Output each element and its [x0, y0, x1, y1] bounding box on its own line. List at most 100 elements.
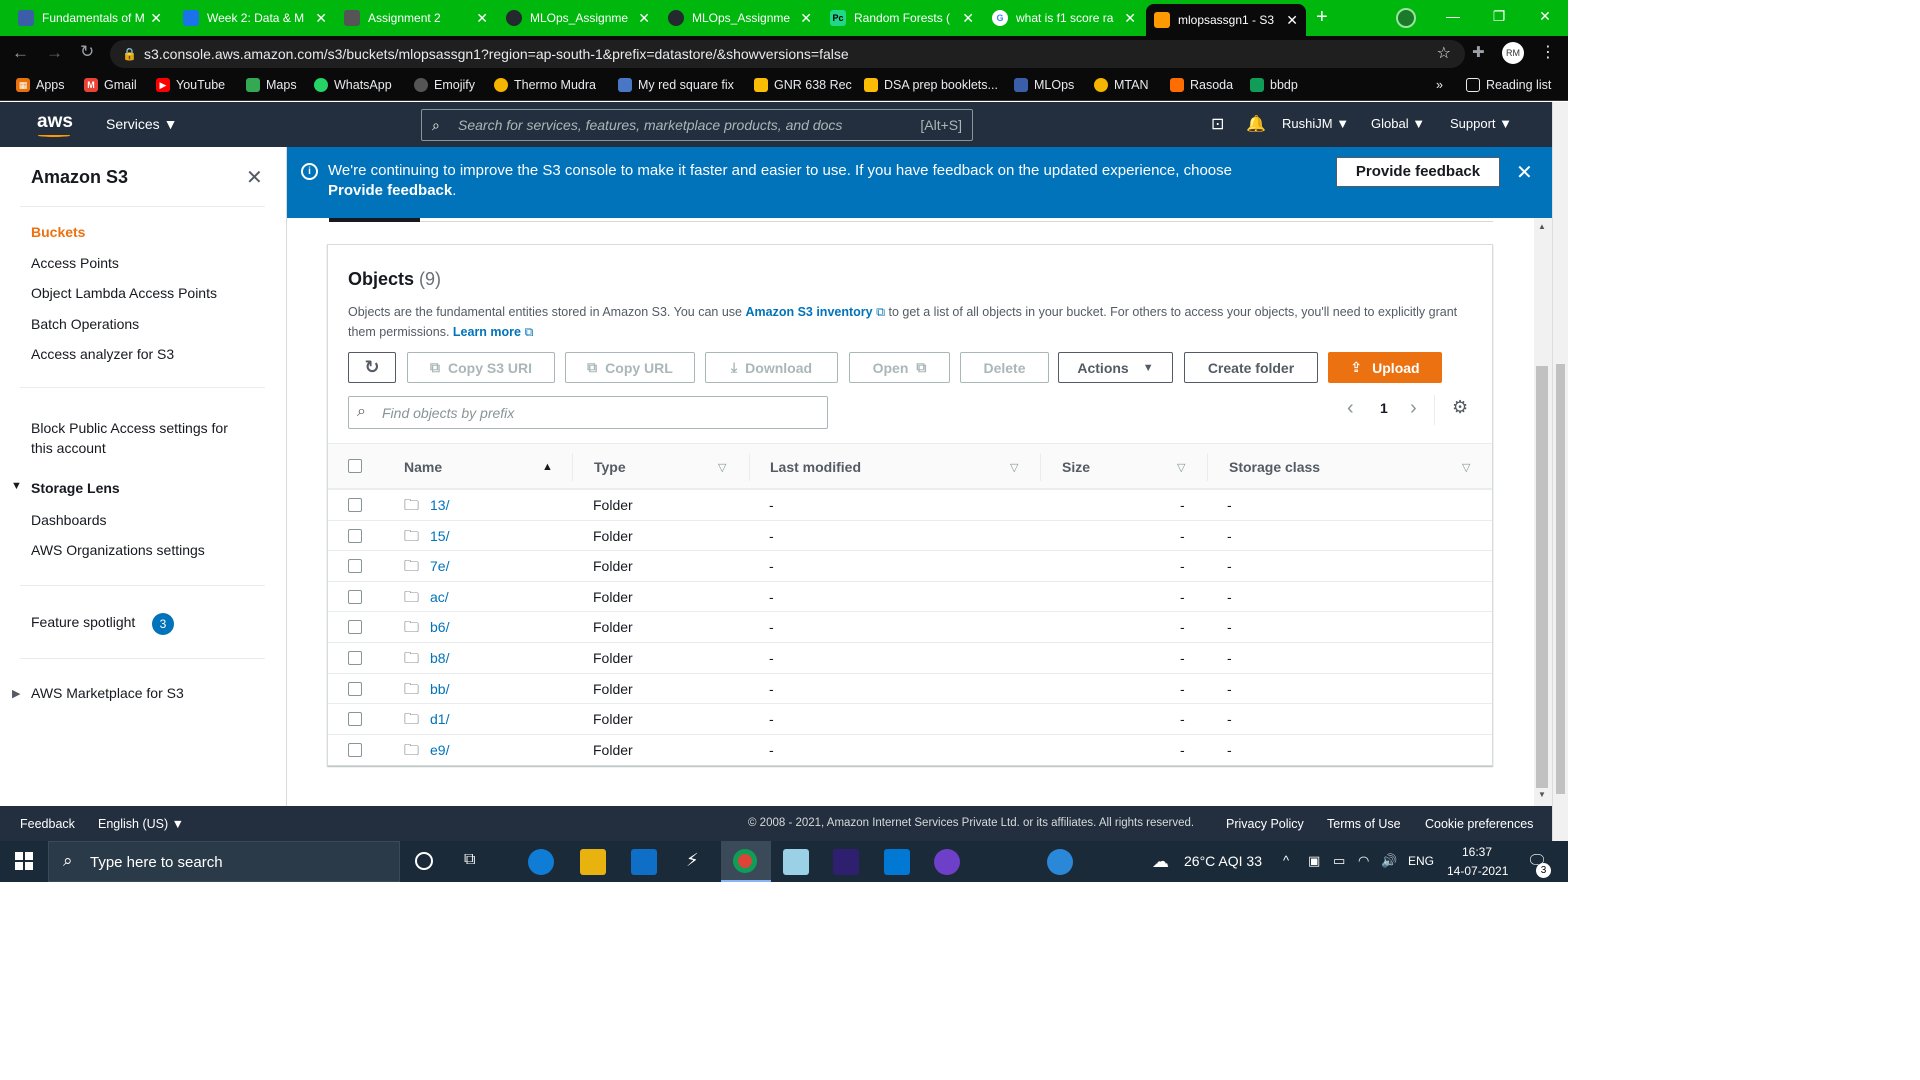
object-name-link[interactable]: d1/ — [430, 711, 449, 727]
content-scrollbar-thumb[interactable] — [1536, 366, 1548, 788]
browser-tab[interactable]: MLOps_Assignme ✕ — [498, 4, 658, 32]
row-checkbox[interactable] — [348, 620, 362, 635]
notifications-bell-icon[interactable]: 🔔 — [1246, 114, 1266, 134]
bookmarks-overflow[interactable]: » — [1436, 78, 1443, 92]
select-all-checkbox[interactable] — [348, 459, 362, 473]
page-number[interactable]: 1 — [1380, 400, 1388, 416]
reading-list[interactable]: Reading list — [1466, 78, 1551, 92]
browser-tab[interactable]: MLOps_Assignme ✕ — [660, 4, 820, 32]
github-desktop-icon[interactable] — [934, 849, 960, 875]
table-row[interactable]: 🗀 e9/Folder - - - — [328, 733, 1492, 765]
wifi-icon[interactable]: ◠ — [1358, 853, 1369, 869]
close-tab-icon[interactable]: ✕ — [638, 10, 650, 27]
row-checkbox[interactable] — [348, 528, 362, 543]
browser-tab[interactable]: Gwhat is f1 score ra ✕ — [984, 4, 1144, 32]
dismiss-banner-icon[interactable]: ✕ — [1516, 160, 1533, 185]
provide-feedback-button[interactable]: Provide feedback — [1336, 157, 1500, 187]
object-name-link[interactable]: b8/ — [430, 650, 449, 666]
weather-cloud-icon[interactable]: ☁ — [1152, 852, 1169, 872]
bookmark-emojify[interactable]: Emojify — [414, 78, 475, 92]
close-sidebar-icon[interactable]: ✕ — [246, 165, 263, 190]
row-checkbox[interactable] — [348, 589, 362, 604]
table-row[interactable]: 🗀 13/Folder - - - — [328, 489, 1492, 520]
volume-icon[interactable]: 🔊 — [1381, 853, 1397, 869]
object-name-link[interactable]: ac/ — [430, 589, 449, 605]
account-menu[interactable]: RushiJM ▼ — [1282, 116, 1349, 131]
copy-s3-uri-button[interactable]: ⧉ Copy S3 URI — [407, 352, 555, 383]
browser-menu-icon[interactable]: ⋮ — [1540, 42, 1556, 62]
table-row[interactable]: 🗀 15/Folder - - - — [328, 519, 1492, 551]
create-folder-button[interactable]: Create folder — [1184, 352, 1318, 383]
sidebar-item-access-points[interactable]: Access Points — [31, 255, 119, 271]
page-scrollbar-thumb[interactable] — [1556, 364, 1565, 794]
taskbar-search[interactable]: ⌕ Type here to search — [48, 841, 400, 882]
aws-logo[interactable]: aws — [37, 111, 73, 133]
weather-text[interactable]: 26°C AQI 33 — [1184, 853, 1262, 869]
bookmark-whatsapp[interactable]: WhatsApp — [314, 78, 392, 92]
address-bar[interactable]: 🔒 s3.console.aws.amazon.com/s3/buckets/m… — [110, 40, 1465, 68]
object-name-link[interactable]: 13/ — [430, 497, 449, 513]
privacy-policy-link[interactable]: Privacy Policy — [1226, 817, 1304, 831]
support-menu[interactable]: Support ▼ — [1450, 116, 1512, 131]
bookmark-gmail[interactable]: M Gmail — [84, 78, 137, 92]
help-icon[interactable] — [1047, 849, 1073, 875]
sidebar-item-buckets[interactable]: Buckets — [31, 224, 85, 240]
tray-chevron-icon[interactable]: ^ — [1283, 853, 1289, 868]
clock-time[interactable]: 16:37 — [1462, 845, 1492, 859]
upload-button[interactable]: ⇪ Upload — [1328, 352, 1442, 383]
close-window-icon[interactable]: ✕ — [1522, 0, 1568, 32]
language-indicator[interactable]: ENG — [1408, 854, 1434, 868]
battery-icon[interactable]: ▭ — [1333, 853, 1345, 869]
mail-icon[interactable] — [631, 849, 657, 875]
table-row[interactable]: 🗀 b6/Folder - - - — [328, 611, 1492, 642]
bookmark-star-icon[interactable]: ☆ — [1437, 40, 1451, 68]
row-checkbox[interactable] — [348, 498, 362, 512]
services-menu[interactable]: Services ▼ — [106, 116, 177, 132]
bookmark-mlops[interactable]: MLOps — [1014, 78, 1074, 92]
task-view-icon[interactable]: ⧉ — [464, 851, 475, 869]
sort-icon[interactable]: ▽ — [1010, 461, 1018, 474]
forward-icon[interactable]: → — [46, 43, 63, 63]
inventory-link[interactable]: Amazon S3 inventory — [745, 305, 872, 319]
column-size[interactable]: Size — [1062, 459, 1090, 475]
refresh-button[interactable]: ↻ — [348, 352, 396, 383]
settings-gear-icon[interactable]: ⚙ — [1452, 397, 1468, 418]
windows-start-icon[interactable] — [15, 852, 33, 870]
cookie-preferences-link[interactable]: Cookie preferences — [1425, 817, 1533, 831]
download-button[interactable]: ⤓ Download — [705, 352, 838, 383]
scroll-up-icon[interactable]: ▲ — [1538, 222, 1546, 231]
bookmark-thermo-mudra[interactable]: Thermo Mudra — [494, 78, 596, 92]
object-name-link[interactable]: 15/ — [430, 528, 449, 544]
notes-icon[interactable] — [783, 849, 809, 875]
sidebar-item-organizations-settings[interactable]: AWS Organizations settings — [31, 542, 205, 558]
bookmark-youtube[interactable]: ▶ YouTube — [156, 78, 225, 92]
table-row[interactable]: 🗀 d1/Folder - - - — [328, 703, 1492, 734]
row-checkbox[interactable] — [348, 742, 362, 757]
region-menu[interactable]: Global ▼ — [1371, 116, 1425, 131]
table-row[interactable]: 🗀 b8/Folder - - - — [328, 642, 1492, 673]
sort-ascending-icon[interactable]: ▲ — [542, 461, 553, 473]
edge-icon[interactable] — [528, 849, 554, 875]
app-lightning-icon[interactable]: ⚡ — [686, 850, 699, 871]
object-name-link[interactable]: b6/ — [430, 619, 449, 635]
maximize-icon[interactable]: ❐ — [1476, 0, 1522, 32]
object-name-link[interactable]: 7e/ — [430, 558, 449, 574]
sort-icon[interactable]: ▽ — [1177, 461, 1185, 474]
actions-button[interactable]: Actions ▼ — [1058, 352, 1173, 383]
clock-date[interactable]: 14-07-2021 — [1447, 864, 1508, 878]
cloudshell-icon[interactable]: ⊡ — [1211, 114, 1224, 134]
close-tab-icon[interactable]: ✕ — [1124, 10, 1136, 27]
amazon-music-icon[interactable] — [833, 849, 859, 875]
row-checkbox[interactable] — [348, 651, 362, 665]
browser-tab[interactable]: Fundamentals of M ✕ — [10, 4, 170, 32]
sidebar-item-marketplace[interactable]: AWS Marketplace for S3 — [31, 685, 184, 701]
sidebar-section-storage-lens[interactable]: Storage Lens — [31, 480, 120, 496]
next-page-icon[interactable]: › — [1410, 397, 1417, 420]
bookmark-maps[interactable]: Maps — [246, 78, 297, 92]
sidebar-item-object-lambda[interactable]: Object Lambda Access Points — [31, 285, 217, 301]
row-checkbox[interactable] — [348, 681, 362, 696]
reload-icon[interactable]: ↻ — [80, 42, 94, 62]
bookmark-bbdp[interactable]: bbdp — [1250, 78, 1298, 92]
sidebar-item-access-analyzer[interactable]: Access analyzer for S3 — [31, 346, 174, 362]
cortana-icon[interactable] — [415, 852, 433, 870]
